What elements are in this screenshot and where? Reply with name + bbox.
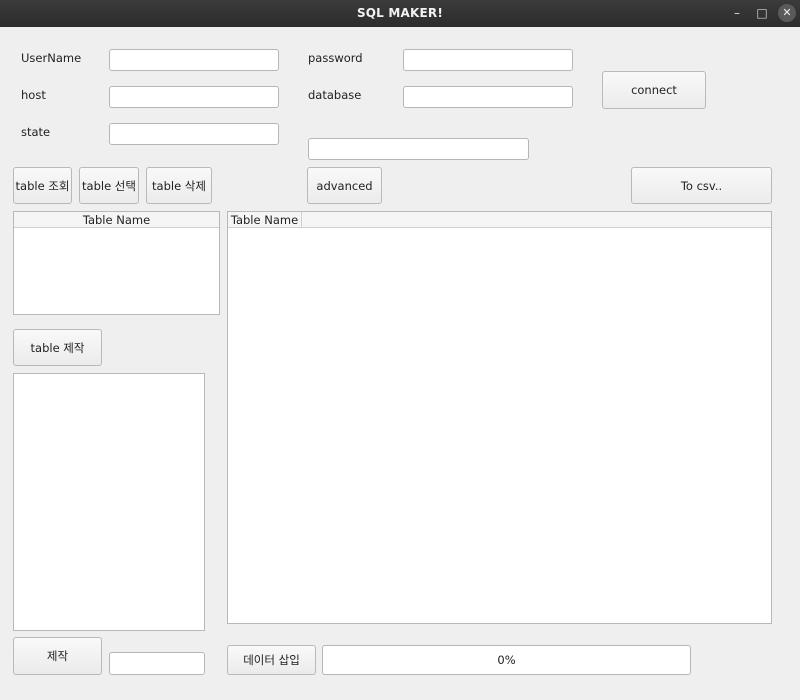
create-text-area[interactable] xyxy=(13,373,205,631)
title-bar: SQL MAKER! – □ ✕ xyxy=(0,0,800,27)
table-list[interactable]: Table Name xyxy=(13,211,220,315)
window-title: SQL MAKER! xyxy=(356,6,444,20)
table-view[interactable]: Table Name xyxy=(227,211,772,624)
table-view-header-bar xyxy=(228,212,771,228)
host-input[interactable] xyxy=(109,86,279,108)
host-label: host xyxy=(21,88,46,102)
progress-text: 0% xyxy=(497,653,516,667)
database-input[interactable] xyxy=(403,86,573,108)
connect-button[interactable]: connect xyxy=(602,71,706,109)
table-select-button[interactable]: table 선택 xyxy=(79,167,139,204)
database-label: database xyxy=(308,88,362,102)
make-button[interactable]: 제작 xyxy=(13,637,102,675)
insert-progress-bar: 0% xyxy=(322,645,691,675)
state-label: state xyxy=(21,125,51,139)
minimize-icon[interactable]: – xyxy=(728,4,746,22)
advanced-button[interactable]: advanced xyxy=(307,167,382,204)
insert-data-button[interactable]: 데이터 삽입 xyxy=(227,645,316,675)
table-view-header[interactable]: Table Name xyxy=(228,212,302,228)
extra-input[interactable] xyxy=(308,138,529,160)
table-query-button[interactable]: table 조회 xyxy=(13,167,72,204)
username-input[interactable] xyxy=(109,49,279,71)
table-delete-button[interactable]: table 삭제 xyxy=(146,167,212,204)
make-input[interactable] xyxy=(109,652,205,675)
password-input[interactable] xyxy=(403,49,573,71)
table-create-button[interactable]: table 제작 xyxy=(13,329,102,366)
password-label: password xyxy=(308,51,363,65)
maximize-icon[interactable]: □ xyxy=(753,4,771,22)
to-csv-button[interactable]: To csv.. xyxy=(631,167,772,204)
state-input[interactable] xyxy=(109,123,279,145)
username-label: UserName xyxy=(21,51,82,65)
close-icon[interactable]: ✕ xyxy=(778,4,796,22)
table-list-header[interactable]: Table Name xyxy=(14,212,219,228)
